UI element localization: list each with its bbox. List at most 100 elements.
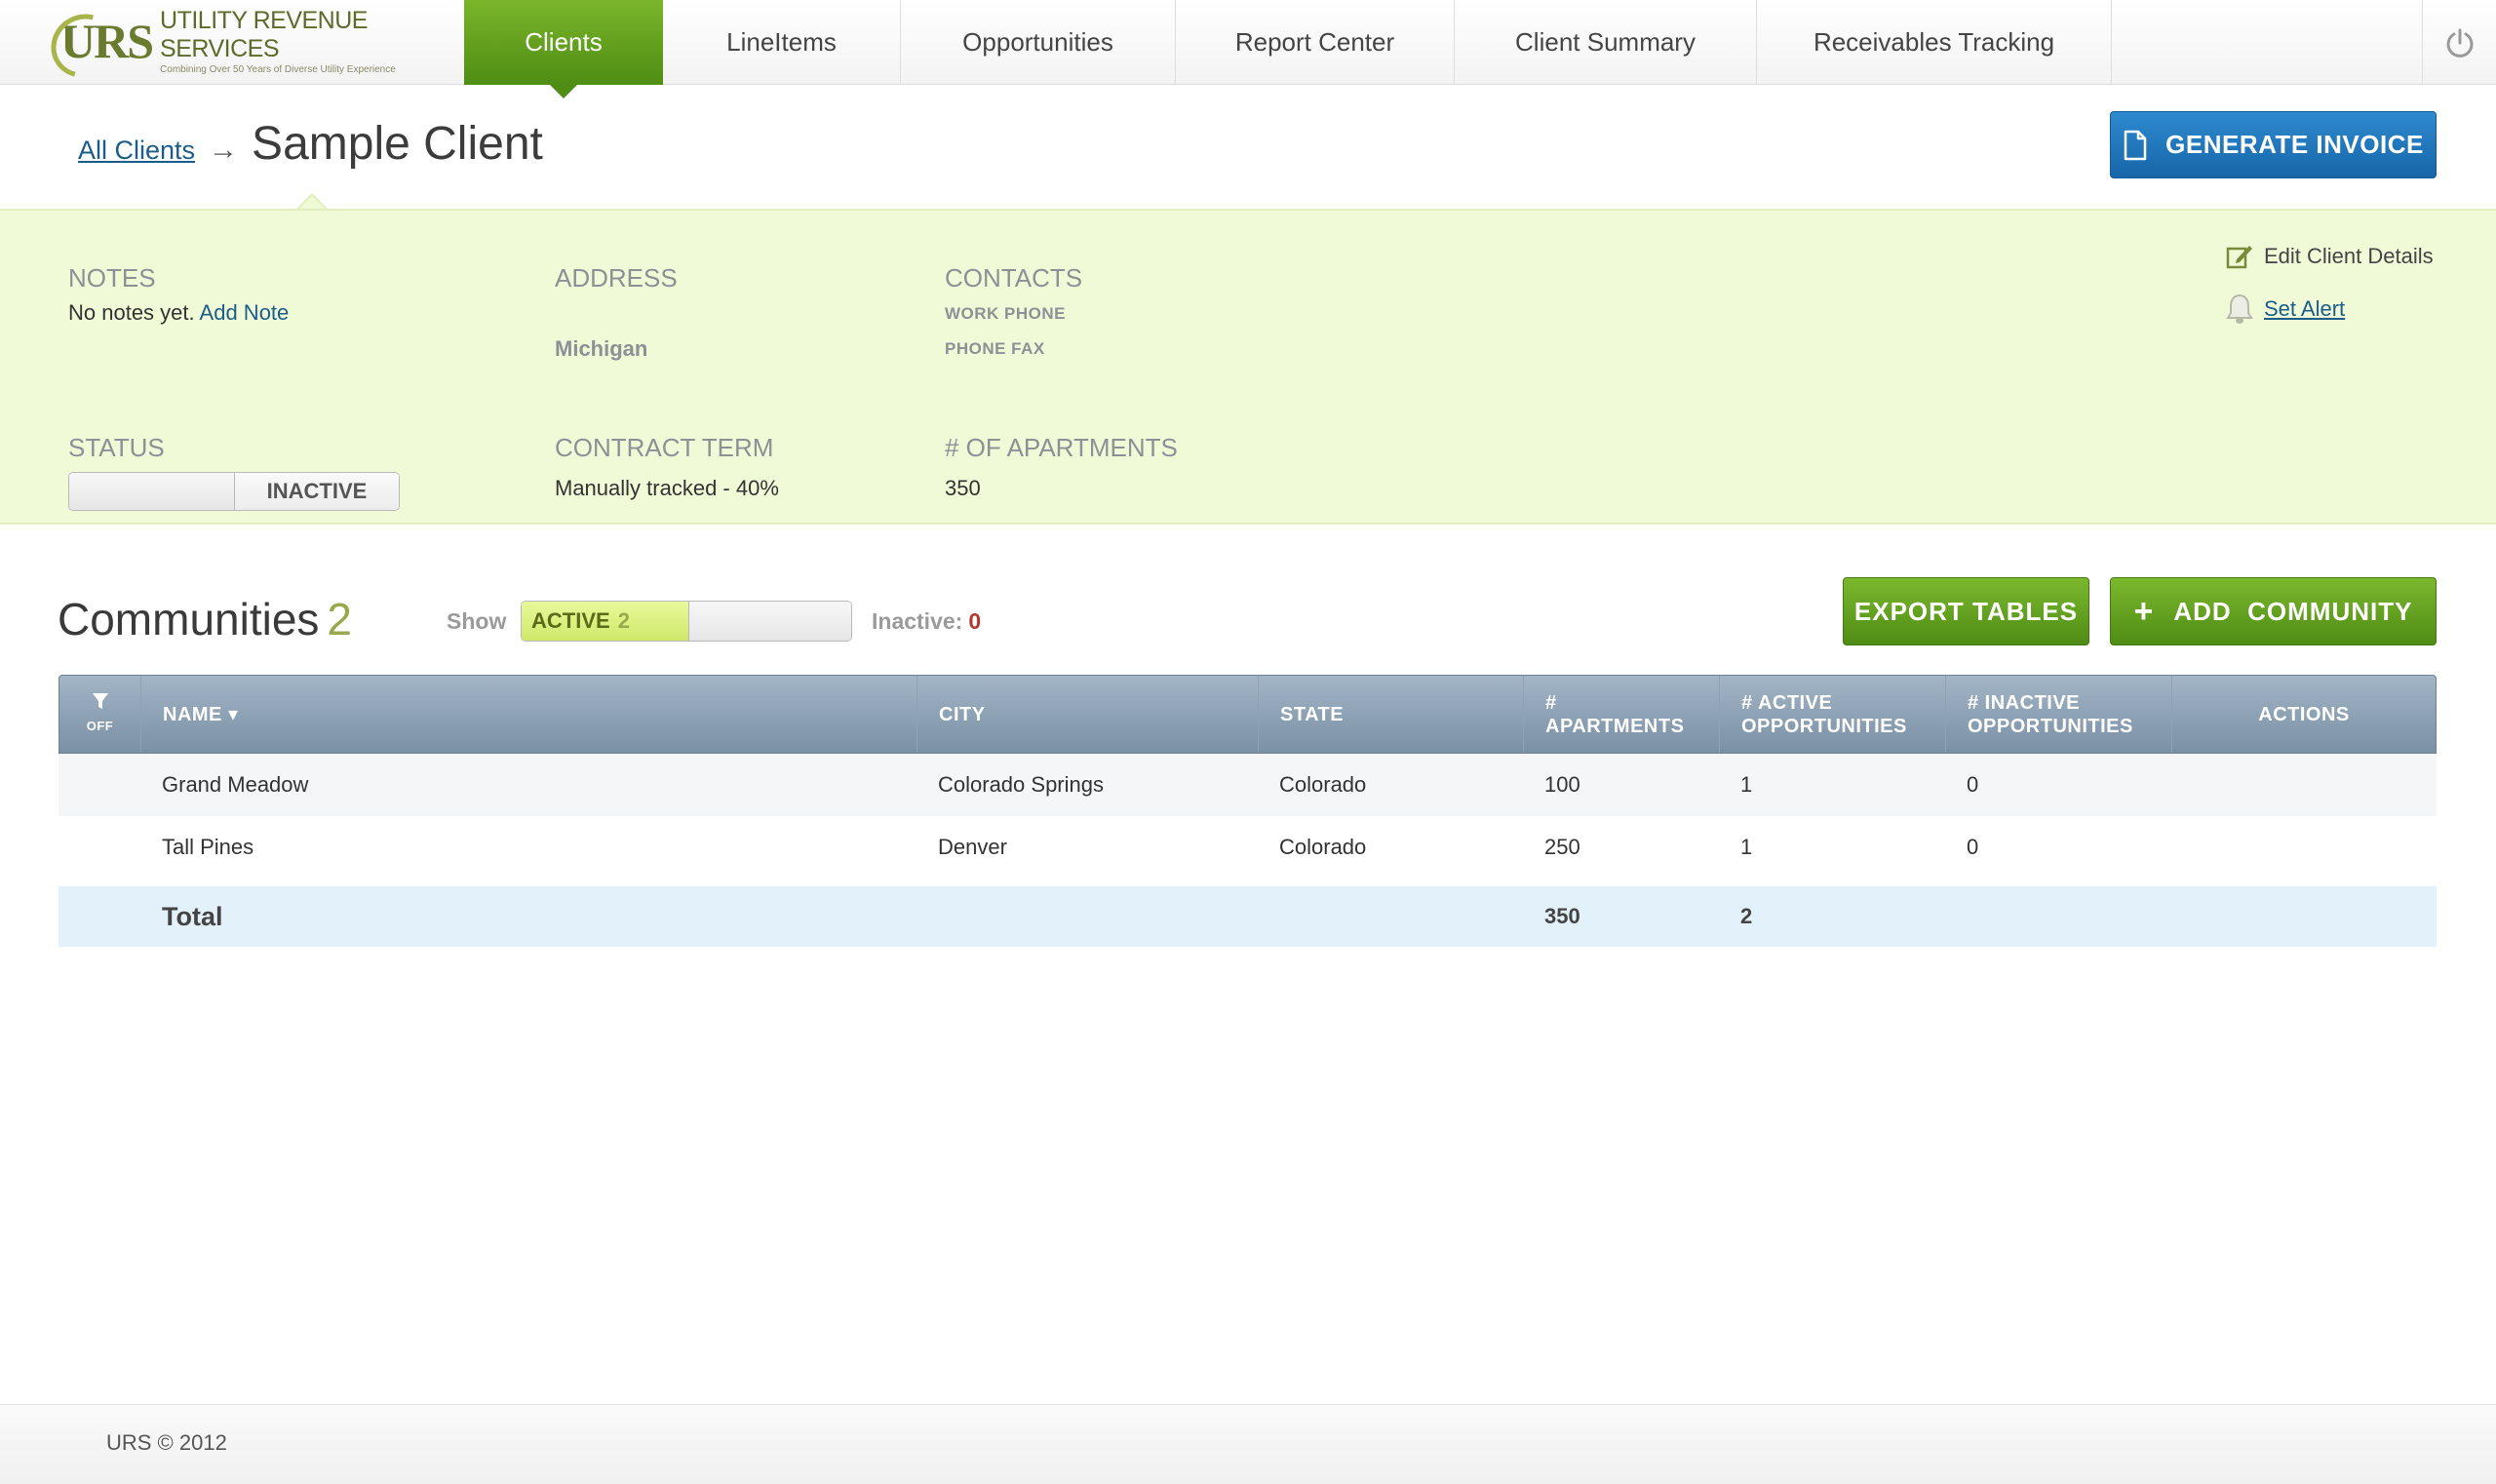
toggle-knob	[689, 602, 851, 641]
cell-name[interactable]: Grand Meadow	[140, 754, 916, 816]
logo-text: UTILITY REVENUE SERVICES Combining Over …	[160, 7, 408, 75]
contract-term-label: CONTRACT TERM	[555, 433, 774, 462]
cell-actions	[2171, 754, 2437, 816]
set-alert-label: Set Alert	[2264, 296, 2346, 321]
footer-copyright: URS © 2012	[106, 1430, 227, 1455]
tab-opportunities[interactable]: Opportunities	[901, 0, 1176, 85]
edit-client-details-link[interactable]: Edit Client Details	[2225, 242, 2434, 271]
cell-state: Colorado	[1279, 772, 1367, 797]
col-city[interactable]: CITY	[917, 676, 1259, 753]
add-note-link[interactable]: Add Note	[200, 300, 290, 325]
col-apartments-label: # APARTMENTS	[1545, 691, 1685, 737]
row-spacer	[58, 754, 140, 816]
cell-apartments: 250	[1544, 835, 1580, 859]
export-tables-button[interactable]: EXPORT TABLES	[1843, 577, 2089, 645]
col-actions: ACTIONS	[2258, 703, 2350, 725]
filter-state: OFF	[86, 718, 114, 733]
notes-label: NOTES	[68, 263, 156, 293]
col-inactive-label: # INACTIVE OPPORTUNITIES	[1968, 691, 2133, 737]
cell-state: Colorado	[1279, 835, 1367, 859]
inactive-label: Inactive:	[872, 608, 963, 634]
generate-invoice-label: GENERATE INVOICE	[2165, 130, 2424, 159]
cell-inactive: 0	[1967, 835, 1979, 859]
active-label: ACTIVE	[531, 608, 610, 633]
active-toggle-segment: ACTIVE 2	[522, 602, 689, 641]
add-community-label: ADD COMMUNITY	[2173, 596, 2413, 626]
cell-city: Colorado Springs	[938, 772, 1104, 797]
plus-icon: +	[2133, 592, 2155, 630]
breadcrumb: All Clients → Sample Client	[78, 117, 543, 171]
address-value: Michigan	[555, 336, 648, 361]
filter-toggle[interactable]: OFF	[59, 676, 141, 753]
status-label: STATUS	[68, 433, 165, 462]
cell-active: 1	[1740, 772, 1753, 797]
logout-button[interactable]	[2422, 0, 2496, 85]
total-apartments: 350	[1544, 904, 1580, 928]
apartments-label: # OF APARTMENTS	[945, 433, 1178, 462]
all-clients-link[interactable]: All Clients	[78, 136, 195, 166]
status-value: INACTIVE	[235, 473, 399, 510]
contacts-label: CONTACTS	[945, 263, 1083, 293]
notes-text-row: No notes yet. Add Note	[68, 300, 289, 326]
top-nav: URS UTILITY REVENUE SERVICES Combining O…	[0, 0, 2496, 98]
tab-receivables-tracking[interactable]: Receivables Tracking	[1757, 0, 2112, 85]
edit-client-details-label: Edit Client Details	[2264, 244, 2434, 268]
table-header: OFF NAME ▾ CITY STATE # APARTMENTS # ACTI…	[58, 675, 2437, 754]
cell-inactive: 0	[1967, 772, 1979, 797]
col-name[interactable]: NAME ▾	[141, 676, 917, 753]
total-active: 2	[1740, 904, 1753, 928]
status-toggle[interactable]: INACTIVE	[68, 472, 400, 511]
col-inactive-opportunities[interactable]: # INACTIVE OPPORTUNITIES	[1946, 676, 2172, 753]
add-community-button[interactable]: + ADD COMMUNITY	[2110, 577, 2437, 645]
logo-mark: URS	[57, 13, 154, 69]
total-inactive	[1945, 886, 2171, 947]
table-row[interactable]: Grand Meadow Colorado Springs Colorado 1…	[58, 754, 2437, 816]
generate-invoice-button[interactable]: GENERATE INVOICE	[2110, 111, 2437, 178]
brand-logo[interactable]: URS UTILITY REVENUE SERVICES Combining O…	[57, 7, 408, 75]
col-active-label: # ACTIVE OPPORTUNITIES	[1741, 691, 1907, 737]
logo-title: UTILITY REVENUE SERVICES	[160, 7, 368, 62]
row-spacer	[58, 816, 140, 879]
tab-clients[interactable]: Clients	[464, 0, 663, 98]
show-active-toggle[interactable]: ACTIVE 2	[521, 601, 852, 642]
row-spacer	[58, 886, 140, 947]
apartments-value: 350	[945, 476, 981, 500]
inactive-filter[interactable]: Inactive: 0	[872, 608, 981, 635]
set-alert-link[interactable]: Set Alert	[2225, 293, 2434, 326]
communities-title: Communities 2	[58, 593, 352, 645]
filter-icon	[92, 692, 108, 709]
cell-name[interactable]: Tall Pines	[140, 816, 916, 879]
inactive-count: 0	[968, 608, 982, 634]
bell-icon	[2226, 293, 2253, 324]
total-label: Total	[162, 901, 223, 931]
tab-client-summary[interactable]: Client Summary	[1455, 0, 1757, 85]
total-actions	[2171, 886, 2437, 947]
communities-title-text: Communities	[58, 594, 320, 644]
table-total-row: Total 350 2	[58, 886, 2437, 947]
power-icon	[2446, 28, 2473, 58]
communities-count: 2	[327, 594, 353, 644]
col-apartments[interactable]: # APARTMENTS	[1524, 676, 1720, 753]
cell-city: Denver	[938, 835, 1007, 859]
cell-apartments: 100	[1544, 772, 1580, 797]
nav-tabs: Clients LineItems Opportunities Report C…	[464, 0, 2112, 98]
edit-icon	[2226, 246, 2252, 269]
logo-tagline: Combining Over 50 Years of Diverse Utili…	[160, 64, 396, 75]
address-label: ADDRESS	[555, 263, 678, 293]
client-actions: Edit Client Details Set Alert	[2225, 242, 2434, 347]
communities-table: OFF NAME ▾ CITY STATE # APARTMENTS # ACTI…	[58, 675, 2437, 947]
contract-term-value: Manually tracked - 40%	[555, 476, 779, 500]
total-city	[916, 886, 1258, 947]
cell-active: 1	[1740, 835, 1753, 859]
tab-report-center[interactable]: Report Center	[1176, 0, 1455, 85]
notes-text: No notes yet.	[68, 300, 195, 325]
breadcrumb-arrow: →	[209, 134, 239, 166]
col-active-opportunities[interactable]: # ACTIVE OPPORTUNITIES	[1720, 676, 1946, 753]
table-row[interactable]: Tall Pines Denver Colorado 250 1 0	[58, 816, 2437, 879]
page-title: Sample Client	[252, 118, 543, 170]
tab-lineitems[interactable]: LineItems	[663, 0, 901, 85]
status-toggle-knob	[69, 473, 235, 510]
document-icon	[2124, 130, 2147, 160]
show-label: Show	[447, 608, 507, 634]
col-state[interactable]: STATE	[1259, 676, 1524, 753]
